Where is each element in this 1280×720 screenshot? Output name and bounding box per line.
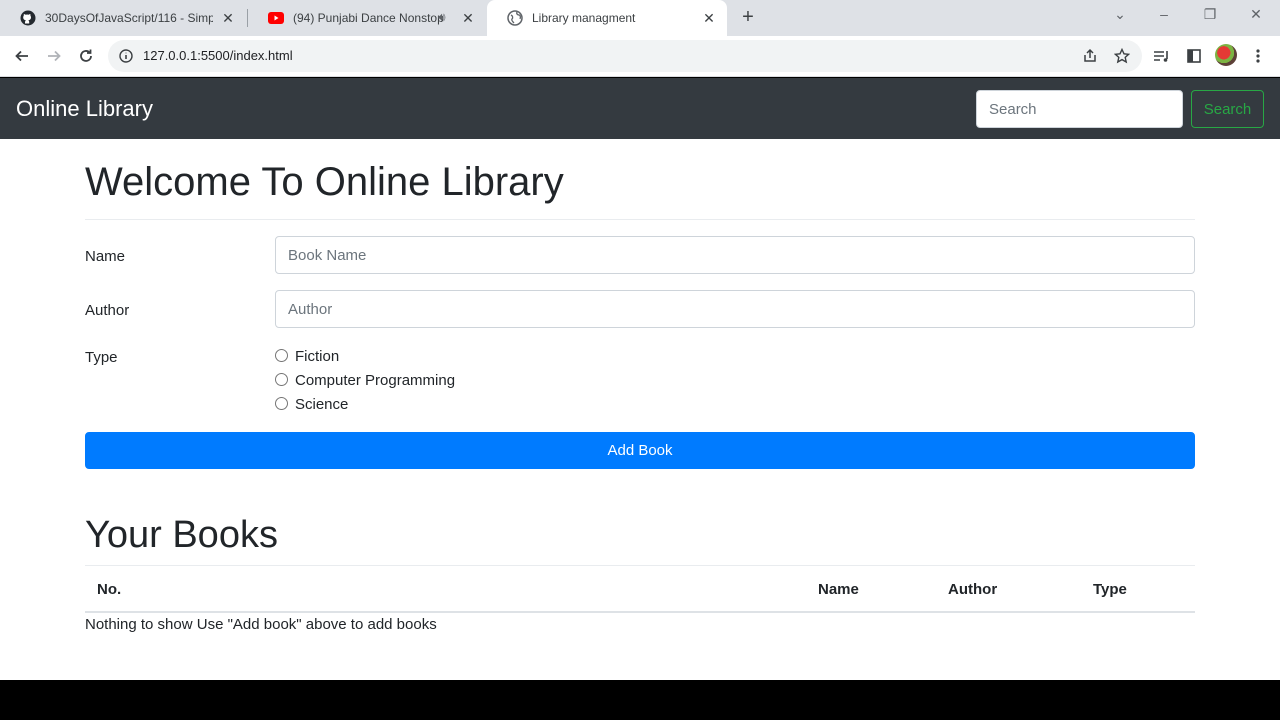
radio-label: Computer Programming — [295, 372, 456, 389]
close-tab-icon[interactable]: ✕ — [220, 10, 236, 26]
browser-toolbar: 127.0.0.1:5500/index.html — [0, 36, 1280, 77]
tab-title: Library managment — [532, 11, 636, 25]
forward-icon[interactable] — [42, 44, 66, 68]
close-tab-icon[interactable]: ✕ — [460, 10, 476, 26]
globe-icon — [507, 10, 523, 26]
new-tab-icon[interactable]: + — [738, 7, 758, 27]
books-heading: Your Books — [85, 514, 278, 556]
restore-icon[interactable]: ❐ — [1200, 6, 1220, 23]
browser-tab-strip: 30DaysOfJavaScript/116 - Simpl ✕ (94) Pu… — [0, 0, 1280, 36]
radio-computer-programming[interactable]: Computer Programming — [275, 372, 455, 389]
browser-tab-library[interactable]: Library managment ✕ — [487, 0, 727, 36]
site-info-icon[interactable] — [119, 49, 133, 68]
minimize-icon[interactable]: – — [1154, 6, 1174, 22]
empty-table-message: Nothing to show Use "Add book" above to … — [85, 616, 437, 633]
navbar-search-button[interactable]: Search — [1191, 90, 1264, 128]
tab-title: 30DaysOfJavaScript/116 - Simpl — [45, 11, 213, 25]
author-label: Author — [85, 302, 130, 319]
tab-search-icon[interactable]: ⌄ — [1110, 6, 1130, 23]
tab-title: (94) Punjabi Dance Nonstop — [293, 11, 443, 25]
radio-label: Fiction — [295, 348, 340, 365]
browser-tab-youtube[interactable]: (94) Punjabi Dance Nonstop 🔊︎ ✕ — [248, 0, 486, 36]
web-page: Online Library Search Welcome To Online … — [0, 78, 1280, 680]
side-panel-icon[interactable] — [1182, 44, 1206, 68]
author-input[interactable] — [275, 290, 1195, 328]
column-header-name: Name — [818, 581, 859, 598]
speaker-icon[interactable]: 🔊︎ — [438, 10, 446, 25]
radio-circle[interactable] — [275, 373, 288, 386]
url-text: 127.0.0.1:5500/index.html — [143, 48, 293, 63]
navbar-brand[interactable]: Online Library — [16, 96, 153, 122]
heading-divider — [85, 219, 1195, 220]
column-header-no: No. — [97, 581, 122, 598]
column-header-type: Type — [1093, 581, 1127, 598]
share-icon[interactable] — [1078, 44, 1102, 68]
github-icon — [20, 10, 36, 26]
table-header-border — [85, 611, 1195, 613]
browser-tab-github[interactable]: 30DaysOfJavaScript/116 - Simpl ✕ — [0, 0, 246, 36]
reload-icon[interactable] — [74, 44, 98, 68]
radio-label: Science — [295, 396, 349, 413]
books-divider — [85, 565, 1195, 566]
close-tab-icon[interactable]: ✕ — [701, 10, 717, 26]
radio-fiction[interactable]: Fiction — [275, 348, 339, 365]
profile-avatar[interactable] — [1215, 44, 1237, 66]
bookmark-star-icon[interactable] — [1110, 44, 1134, 68]
column-header-author: Author — [948, 581, 998, 598]
youtube-icon — [268, 10, 284, 26]
type-label: Type — [85, 349, 118, 366]
kebab-menu-icon[interactable] — [1246, 44, 1270, 68]
back-icon[interactable] — [10, 44, 34, 68]
reading-list-icon[interactable] — [1149, 44, 1173, 68]
address-bar[interactable]: 127.0.0.1:5500/index.html — [108, 40, 1142, 72]
radio-circle[interactable] — [275, 397, 288, 410]
black-bar — [0, 680, 1280, 720]
name-label: Name — [85, 248, 126, 265]
radio-science[interactable]: Science — [275, 396, 348, 413]
book-name-input[interactable] — [275, 236, 1195, 274]
radio-circle[interactable] — [275, 349, 288, 362]
site-navbar: Online Library Search — [0, 78, 1280, 139]
window-close-icon[interactable]: ✕ — [1246, 6, 1266, 23]
add-book-button[interactable]: Add Book — [85, 432, 1195, 469]
page-title: Welcome To Online Library — [85, 160, 564, 204]
navbar-search-input[interactable] — [976, 90, 1183, 128]
